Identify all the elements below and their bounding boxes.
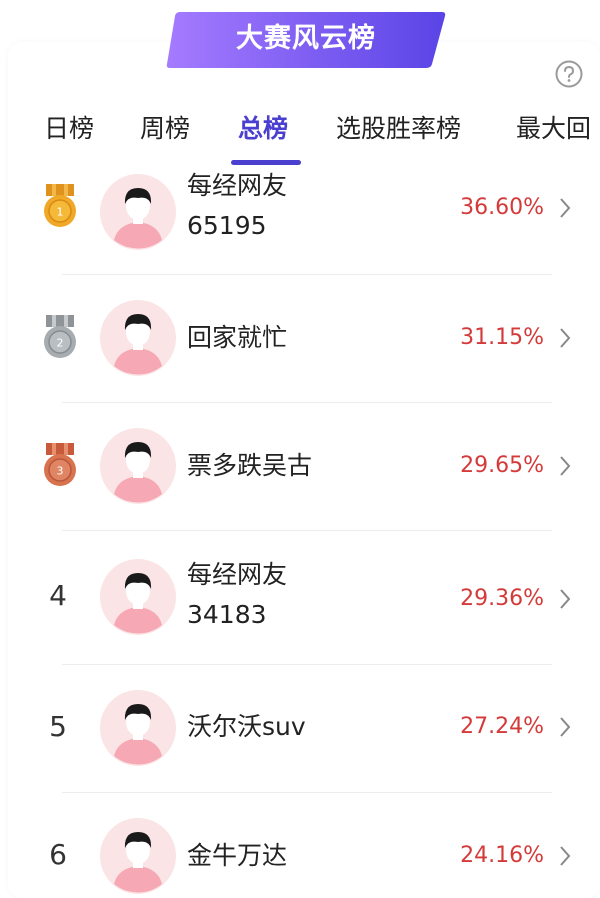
silver-medal-icon: 2 — [44, 315, 76, 358]
banner: 大赛风云榜 — [166, 10, 446, 70]
user-name: 回家就忙 — [187, 323, 288, 352]
win-rate: 27.24% — [460, 714, 544, 739]
ranking-row[interactable]: 1 每经网友 65195 36.60% — [0, 168, 600, 274]
tab-max-drawdown[interactable]: 最大回 — [516, 106, 591, 154]
help-icon[interactable] — [555, 60, 583, 88]
tab-weekly[interactable]: 周榜 — [140, 106, 190, 154]
chevron-right-icon — [560, 846, 571, 866]
svg-text:2: 2 — [57, 337, 64, 350]
avatar — [100, 428, 176, 504]
tab-overall[interactable]: 总榜 — [238, 106, 288, 154]
user-name: 沃尔沃suv — [187, 712, 306, 741]
win-rate: 29.65% — [460, 453, 544, 478]
avatar — [100, 690, 176, 766]
avatar — [100, 818, 176, 894]
ranking-row[interactable]: 3 票多跌吴古 29.65% — [0, 403, 600, 529]
user-name-line2: 65195 — [187, 211, 267, 240]
user-name-line2: 34183 — [187, 600, 267, 629]
win-rate: 36.60% — [460, 195, 544, 220]
chevron-right-icon — [560, 198, 571, 218]
rank-number: 5 — [49, 710, 67, 743]
user-name: 金牛万达 — [187, 841, 288, 870]
svg-text:3: 3 — [57, 465, 64, 478]
chevron-right-icon — [560, 589, 571, 609]
avatar — [100, 300, 176, 376]
user-name: 每经网友 — [187, 171, 288, 200]
ranking-row[interactable]: 2 回家就忙 31.15% — [0, 275, 600, 401]
ranking-row[interactable]: 5 沃尔沃suv 27.24% — [0, 665, 600, 791]
user-name: 每经网友 — [187, 560, 288, 589]
gold-medal-icon: 1 — [44, 184, 76, 227]
svg-text:1: 1 — [57, 206, 64, 219]
tab-bar: 日榜 周榜 总榜 选股胜率榜 最大回 — [0, 106, 600, 168]
avatar — [100, 174, 176, 250]
chevron-right-icon — [560, 328, 571, 348]
bronze-medal-icon: 3 — [44, 443, 76, 486]
banner-title: 大赛风云榜 — [236, 23, 376, 54]
ranking-row[interactable]: 6 金牛万达 24.16% — [0, 793, 600, 898]
rank-number: 6 — [49, 838, 67, 871]
rank-number: 4 — [49, 579, 67, 612]
win-rate: 29.36% — [460, 586, 544, 611]
tab-daily[interactable]: 日榜 — [44, 106, 94, 154]
avatar — [100, 559, 176, 635]
chevron-right-icon — [560, 717, 571, 737]
chevron-right-icon — [560, 456, 571, 476]
user-name: 票多跌吴古 — [187, 451, 313, 480]
page: 大赛风云榜 日榜 周榜 总榜 选股胜率榜 最大回 1 每经网友 65195 36… — [0, 0, 600, 898]
win-rate: 24.16% — [460, 843, 544, 868]
tab-stock-win-rate[interactable]: 选股胜率榜 — [336, 106, 461, 154]
active-tab-indicator — [231, 160, 301, 165]
win-rate: 31.15% — [460, 325, 544, 350]
ranking-row[interactable]: 4 每经网友 34183 29.36% — [0, 531, 600, 663]
